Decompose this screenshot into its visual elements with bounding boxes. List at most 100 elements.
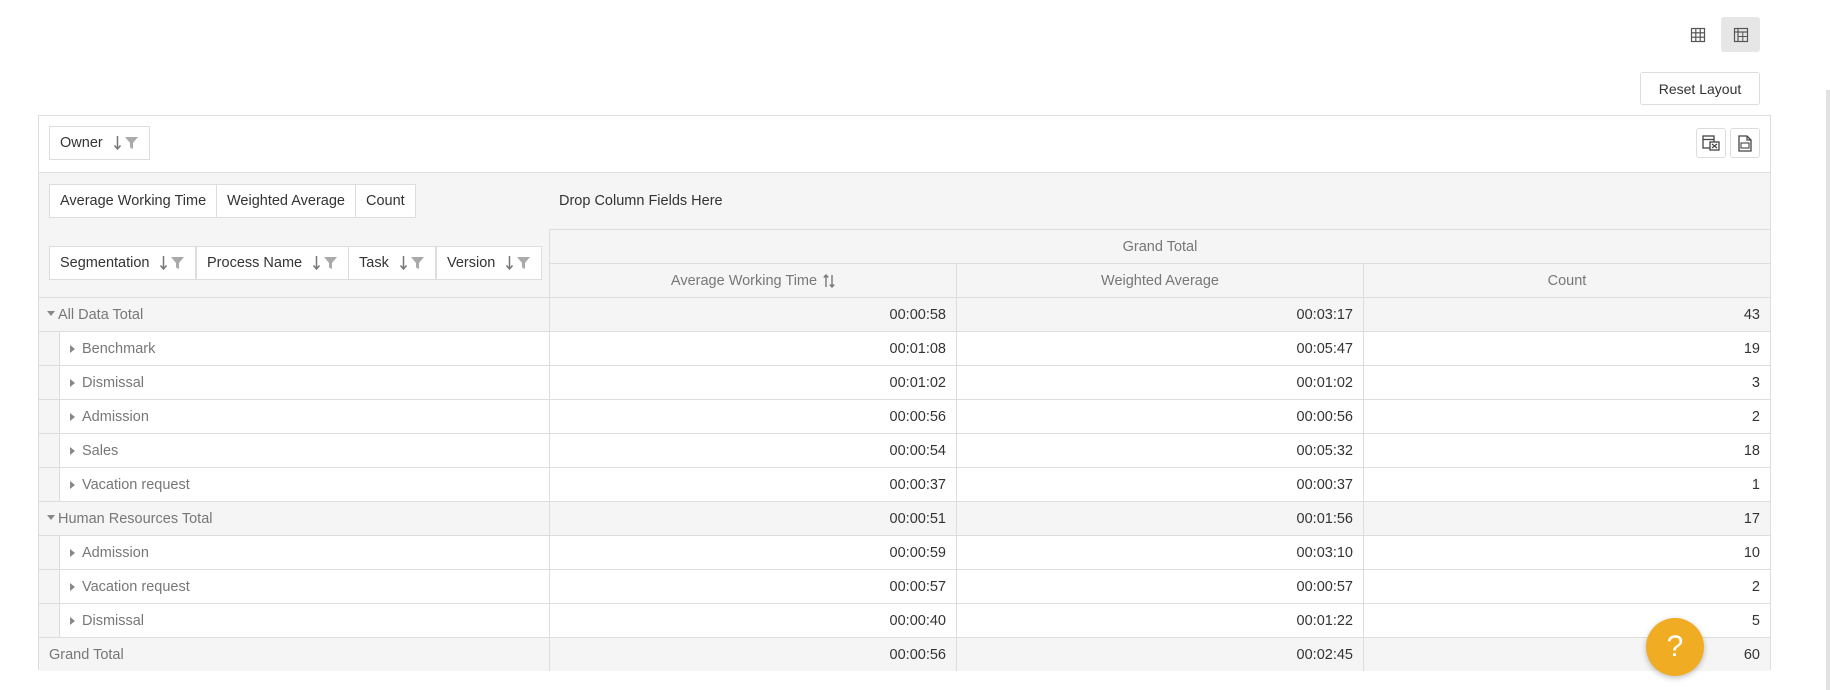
filter-icon[interactable] bbox=[323, 256, 338, 270]
expand-icon[interactable] bbox=[70, 446, 75, 455]
row-field-segmentation[interactable]: Segmentation bbox=[49, 246, 197, 280]
field-label: Count bbox=[366, 193, 405, 209]
row-header-inner: Benchmark bbox=[59, 332, 549, 365]
pivot-view-button[interactable] bbox=[1721, 17, 1760, 52]
table-row: Dismissal 00:00:40 00:01:22 5 bbox=[39, 603, 1770, 637]
table-cell: 17 bbox=[1363, 502, 1770, 535]
sort-arrow-icon[interactable] bbox=[505, 255, 514, 271]
pivot-view-icon bbox=[1733, 27, 1748, 42]
grid-view-button[interactable] bbox=[1678, 17, 1717, 52]
row-header[interactable]: Vacation request bbox=[39, 570, 549, 603]
column-header-label: Weighted Average bbox=[1101, 272, 1219, 289]
column-header-average-working-time[interactable]: Average Working Time bbox=[549, 264, 956, 297]
row-header[interactable]: Vacation request bbox=[39, 468, 549, 501]
expand-icon[interactable] bbox=[70, 616, 75, 625]
sort-arrow-icon[interactable] bbox=[159, 255, 168, 271]
pivot-grid: Owner Average Working Time Weighted Aver… bbox=[38, 115, 1771, 671]
collapse-icon[interactable] bbox=[47, 515, 55, 520]
help-label: ? bbox=[1666, 630, 1684, 663]
table-cell: 00:01:22 bbox=[956, 604, 1363, 637]
table-cell: 00:01:02 bbox=[549, 366, 956, 399]
expand-icon[interactable] bbox=[70, 480, 75, 489]
sort-both-icon[interactable] bbox=[823, 273, 835, 289]
column-headers: Average Working Time Weighted Average Co… bbox=[549, 263, 1770, 297]
row-field-process-name[interactable]: Process Name bbox=[196, 246, 350, 280]
row-fields-area: Segmentation Process Name Task Version bbox=[39, 229, 549, 297]
table-cell: 2 bbox=[1363, 570, 1770, 603]
field-label: Version bbox=[447, 255, 496, 271]
row-header[interactable]: Sales bbox=[39, 434, 549, 467]
row-field-task[interactable]: Task bbox=[348, 246, 436, 280]
row-header[interactable]: All Data Total bbox=[39, 298, 549, 331]
table-cell: 00:03:10 bbox=[956, 536, 1363, 569]
help-button[interactable]: ? bbox=[1646, 618, 1704, 676]
row-header-inner: Dismissal bbox=[59, 366, 549, 399]
row-field-version[interactable]: Version bbox=[436, 246, 543, 280]
row-header[interactable]: Benchmark bbox=[39, 332, 549, 365]
filter-field-owner[interactable]: Owner bbox=[49, 126, 150, 160]
row-label: Vacation request bbox=[82, 578, 190, 595]
field-label: Weighted Average bbox=[227, 193, 345, 209]
expand-icon[interactable] bbox=[70, 412, 75, 421]
group-total-row: Human Resources Total 00:00:51 00:01:56 17 bbox=[39, 501, 1770, 535]
table-cell: 00:00:56 bbox=[956, 400, 1363, 433]
column-header-label: Count bbox=[1547, 272, 1587, 289]
column-fields-drop-zone[interactable]: Drop Column Fields Here bbox=[549, 173, 1770, 229]
row-label: Admission bbox=[82, 408, 149, 425]
export-excel-button[interactable] bbox=[1696, 128, 1726, 158]
row-header[interactable]: Admission bbox=[39, 536, 549, 569]
table-cell: 2 bbox=[1363, 400, 1770, 433]
row-label: Benchmark bbox=[82, 340, 156, 357]
table-cell: 43 bbox=[1363, 298, 1770, 331]
field-label: Task bbox=[359, 255, 389, 271]
filter-icon[interactable] bbox=[170, 256, 185, 270]
export-pdf-button[interactable] bbox=[1730, 128, 1760, 158]
data-field-average-working-time[interactable]: Average Working Time bbox=[49, 184, 218, 218]
expand-icon[interactable] bbox=[70, 378, 75, 387]
row-header-inner: Vacation request bbox=[59, 570, 549, 603]
table-cell: 00:05:32 bbox=[956, 434, 1363, 467]
filter-icon[interactable] bbox=[516, 256, 531, 270]
table-row: Admission 00:00:56 00:00:56 2 bbox=[39, 399, 1770, 433]
row-label: Grand Total bbox=[49, 646, 124, 663]
row-label: Admission bbox=[82, 544, 149, 561]
filter-icon[interactable] bbox=[410, 256, 425, 270]
column-header-weighted-average[interactable]: Weighted Average bbox=[956, 264, 1363, 297]
page-scrollbar[interactable] bbox=[1826, 90, 1830, 690]
row-header[interactable]: Human Resources Total bbox=[39, 502, 549, 535]
column-header-area: Grand Total Average Working Time Weighte… bbox=[549, 229, 1770, 297]
table-cell: 3 bbox=[1363, 366, 1770, 399]
table-cell: 00:01:02 bbox=[956, 366, 1363, 399]
row-label: Dismissal bbox=[82, 374, 145, 391]
row-header[interactable]: Dismissal bbox=[39, 604, 549, 637]
expand-icon[interactable] bbox=[70, 344, 75, 353]
sort-arrow-icon[interactable] bbox=[312, 255, 321, 271]
row-header[interactable]: Dismissal bbox=[39, 366, 549, 399]
table-cell: 00:00:37 bbox=[956, 468, 1363, 501]
sort-arrow-icon[interactable] bbox=[399, 255, 408, 271]
table-cell: 00:00:57 bbox=[549, 570, 956, 603]
table-row: Dismissal 00:01:02 00:01:02 3 bbox=[39, 365, 1770, 399]
expand-icon[interactable] bbox=[70, 582, 75, 591]
table-row: Vacation request 00:00:37 00:00:37 1 bbox=[39, 467, 1770, 501]
row-label: Dismissal bbox=[82, 612, 145, 629]
reset-layout-button[interactable]: Reset Layout bbox=[1640, 72, 1760, 105]
collapse-icon[interactable] bbox=[47, 311, 55, 316]
table-cell: 19 bbox=[1363, 332, 1770, 365]
row-header-inner: Sales bbox=[59, 434, 549, 467]
expand-icon[interactable] bbox=[70, 548, 75, 557]
row-header[interactable]: Admission bbox=[39, 400, 549, 433]
field-label: Process Name bbox=[207, 255, 303, 271]
row-header-inner: Dismissal bbox=[59, 604, 549, 637]
data-field-weighted-average[interactable]: Weighted Average bbox=[216, 184, 356, 218]
sort-arrow-icon[interactable] bbox=[113, 135, 122, 151]
table-cell: 00:00:57 bbox=[956, 570, 1363, 603]
column-header-count[interactable]: Count bbox=[1363, 264, 1770, 297]
data-field-count[interactable]: Count bbox=[355, 184, 416, 218]
table-row: Benchmark 00:01:08 00:05:47 19 bbox=[39, 331, 1770, 365]
filter-icon[interactable] bbox=[124, 136, 139, 150]
row-label: Sales bbox=[82, 442, 119, 459]
row-header: Grand Total bbox=[39, 638, 549, 671]
table-cell: 00:00:51 bbox=[549, 502, 956, 535]
table-cell: 10 bbox=[1363, 536, 1770, 569]
